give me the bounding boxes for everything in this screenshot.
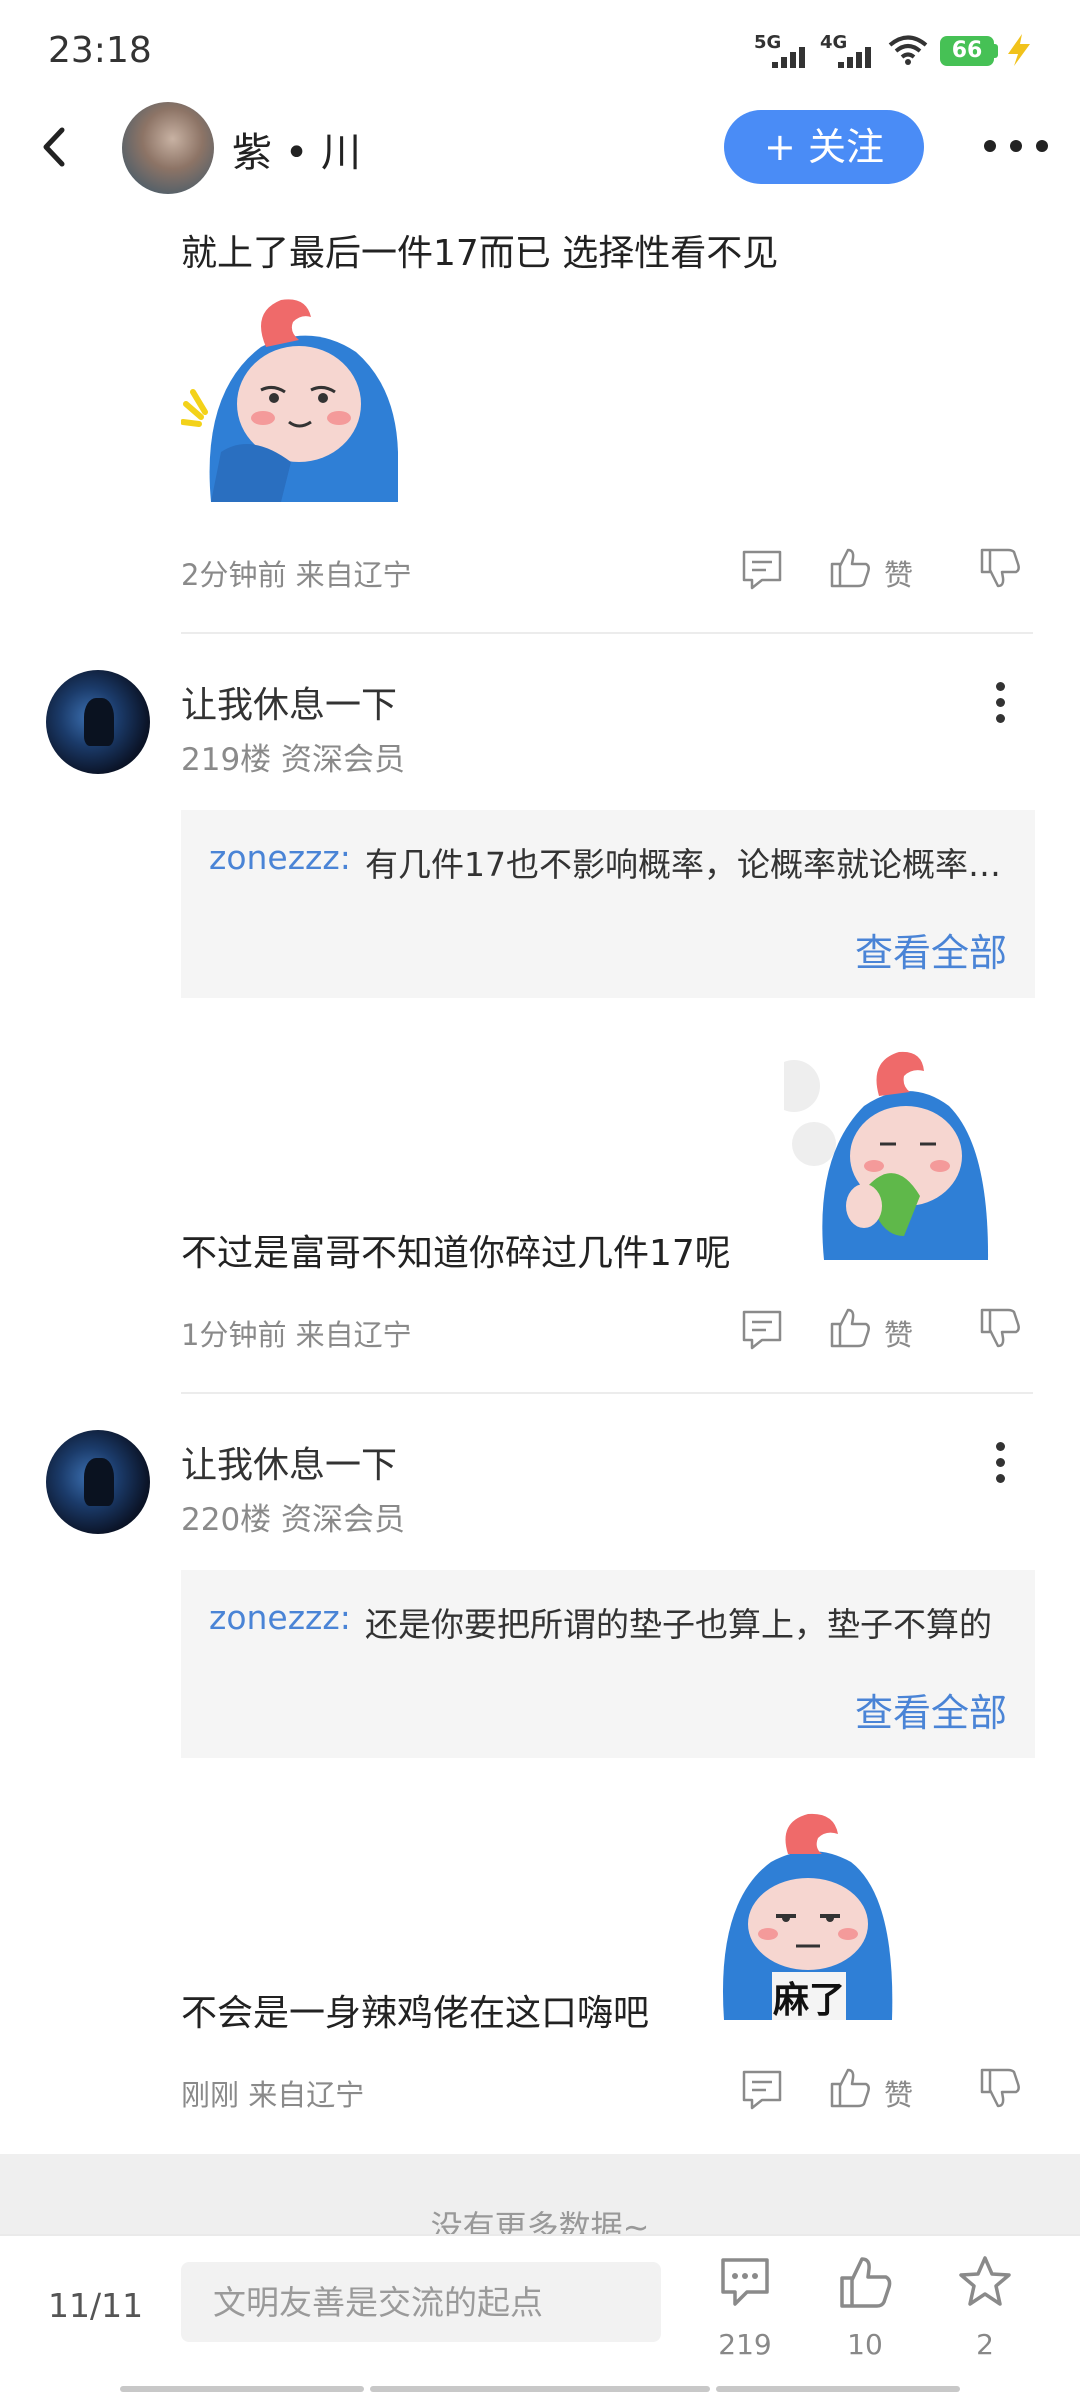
battery-tip: [994, 44, 998, 58]
dislike-icon[interactable]: [978, 1306, 1022, 1350]
comments-button[interactable]: 219: [700, 2254, 790, 2374]
star-icon: [959, 2256, 1011, 2306]
post-text: 就上了最后一件17而已 选择性看不见: [181, 233, 779, 274]
comment-username[interactable]: 让我休息一下: [181, 676, 397, 728]
comment-more-icon[interactable]: [992, 1438, 1008, 1488]
like-label[interactable]: 赞: [884, 2072, 913, 2114]
like-post-button[interactable]: 10: [820, 2254, 910, 2374]
reply-icon[interactable]: [740, 548, 784, 592]
nav-indicator: [716, 2386, 960, 2392]
author-avatar[interactable]: [122, 102, 214, 194]
view-all-link[interactable]: 查看全部: [855, 1682, 1007, 1737]
like-icon[interactable]: [828, 546, 872, 590]
quote-username[interactable]: zonezzz:: [209, 838, 351, 877]
favorite-count: 2: [976, 2328, 994, 2361]
dislike-icon[interactable]: [978, 2066, 1022, 2110]
like-icon[interactable]: [828, 1306, 872, 1350]
like-label[interactable]: 赞: [884, 1312, 913, 1354]
like-count: 10: [847, 2328, 883, 2361]
back-arrow-icon[interactable]: [34, 122, 74, 172]
end-of-list: 没有更多数据~: [0, 2154, 1080, 2246]
post-meta: 1分钟前 来自辽宁: [181, 1318, 412, 1352]
signal-5g-icon: 5G: [754, 32, 814, 68]
status-time: 23:18: [48, 30, 152, 71]
post-meta: 2分钟前 来自辽宁: [181, 558, 412, 592]
bottom-bar: 11/11 219 10 2: [0, 2234, 1080, 2400]
author-name[interactable]: 紫 • 川: [232, 120, 361, 178]
like-icon[interactable]: [828, 2066, 872, 2110]
more-options-icon[interactable]: [980, 136, 1052, 156]
view-all-link[interactable]: 查看全部: [855, 922, 1007, 977]
signal-4g-icon: 4G: [820, 32, 880, 68]
nav-indicator: [370, 2386, 710, 2392]
post-text: 不过是富哥不知道你碎过几件17呢: [181, 1233, 731, 1274]
like-label[interactable]: 赞: [884, 552, 913, 594]
floor-label: 219楼 资深会员: [181, 742, 406, 778]
sticker-image: 麻了: [716, 1812, 896, 2020]
reply-icon[interactable]: [740, 1308, 784, 1352]
follow-button[interactable]: + 关注: [724, 110, 924, 184]
wifi-icon: [888, 35, 928, 65]
status-bar: 23:18 5G 4G 66: [0, 0, 1080, 100]
sticker-image: [784, 1046, 992, 1260]
charging-icon: [1008, 34, 1030, 66]
page-indicator[interactable]: 11/11: [48, 2286, 143, 2325]
comment-username[interactable]: 让我休息一下: [181, 1436, 397, 1488]
nav-indicator: [120, 2386, 364, 2392]
quote-text: 有几件17也不影响概率，论概率就论概率，别扯别的: [365, 845, 1005, 884]
user-avatar[interactable]: [46, 670, 150, 774]
comment-icon: [721, 2258, 769, 2306]
sticker-caption: 麻了: [773, 1980, 845, 2020]
divider: [181, 1392, 1033, 1394]
floor-label: 220楼 资深会员: [181, 1502, 406, 1538]
sticker-image: [181, 292, 398, 502]
user-avatar[interactable]: [46, 1430, 150, 1534]
quote-text: 还是你要把所谓的垫子也算上，垫子不算的: [365, 1605, 992, 1644]
reply-icon[interactable]: [740, 2068, 784, 2112]
favorite-button[interactable]: 2: [940, 2254, 1030, 2374]
dislike-icon[interactable]: [978, 546, 1022, 590]
post-meta: 刚刚 来自辽宁: [181, 2078, 365, 2112]
comment-count: 219: [718, 2328, 772, 2361]
post-text: 不会是一身辣鸡佬在这口嗨吧: [181, 1993, 650, 2034]
battery-icon: 66: [940, 36, 994, 66]
quoted-reply[interactable]: zonezzz: 有几件17也不影响概率，论概率就论概率，别扯别的 查看全部: [181, 810, 1035, 998]
thread-header: 紫 • 川 + 关注: [0, 100, 1080, 195]
divider: [181, 632, 1033, 634]
comment-more-icon[interactable]: [992, 678, 1008, 728]
thumbs-up-icon: [840, 2257, 892, 2308]
quoted-reply[interactable]: zonezzz: 还是你要把所谓的垫子也算上，垫子不算的 查看全部: [181, 1570, 1035, 1758]
quote-username[interactable]: zonezzz:: [209, 1598, 351, 1637]
comment-input[interactable]: [181, 2262, 661, 2342]
